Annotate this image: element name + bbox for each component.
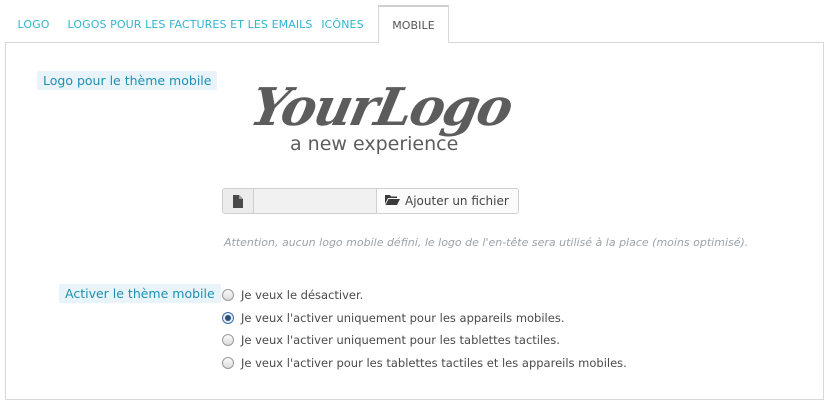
radio-button[interactable]	[222, 334, 234, 347]
mobile-logo-image: YourLogo a new experience	[245, 73, 535, 158]
folder-open-icon	[385, 194, 400, 208]
radio-label: Je veux l'activer pour les tablettes tac…	[241, 355, 627, 370]
mobile-theme-options: Je veux le désactiver. Je veux l'activer…	[222, 284, 627, 374]
add-file-button[interactable]: Ajouter un fichier	[377, 189, 518, 213]
radio-option-tablet-and-mobile[interactable]: Je veux l'activer pour les tablettes tac…	[222, 352, 627, 375]
logo-file-input[interactable]	[254, 189, 377, 213]
add-file-label: Ajouter un fichier	[405, 194, 509, 208]
radio-label: Je veux l'activer uniquement pour les ap…	[241, 310, 565, 325]
help-text: Attention, aucun logo mobile défini, le …	[224, 236, 749, 249]
tab-icons[interactable]: ICÔNES	[310, 5, 375, 43]
radio-button[interactable]	[222, 311, 234, 324]
radio-label: Je veux le désactiver.	[241, 288, 364, 303]
logo-upload-group: Ajouter un fichier	[222, 188, 519, 214]
logo-main-text: YourLogo	[245, 78, 518, 138]
radio-option-mobile-only[interactable]: Je veux l'activer uniquement pour les ap…	[222, 307, 627, 330]
radio-option-disable[interactable]: Je veux le désactiver.	[222, 284, 627, 307]
tab-mobile[interactable]: MOBILE	[378, 5, 449, 44]
radio-button[interactable]	[222, 356, 234, 369]
logo-sub-text: a new experience	[290, 133, 458, 155]
mobile-theme-label: Activer le thème mobile	[59, 284, 221, 303]
file-icon	[223, 189, 254, 213]
radio-label: Je veux l'activer uniquement pour les ta…	[241, 333, 560, 348]
tab-logo[interactable]: LOGO	[5, 5, 62, 43]
mobile-logo-label: Logo pour le thème mobile	[37, 71, 218, 90]
tab-invoice-email-logos[interactable]: LOGOS POUR LES FACTURES ET LES EMAILS	[65, 5, 315, 43]
radio-button[interactable]	[222, 289, 234, 302]
tab-bar: LOGO LOGOS POUR LES FACTURES ET LES EMAI…	[5, 5, 824, 44]
radio-option-tablet-only[interactable]: Je veux l'activer uniquement pour les ta…	[222, 329, 627, 352]
